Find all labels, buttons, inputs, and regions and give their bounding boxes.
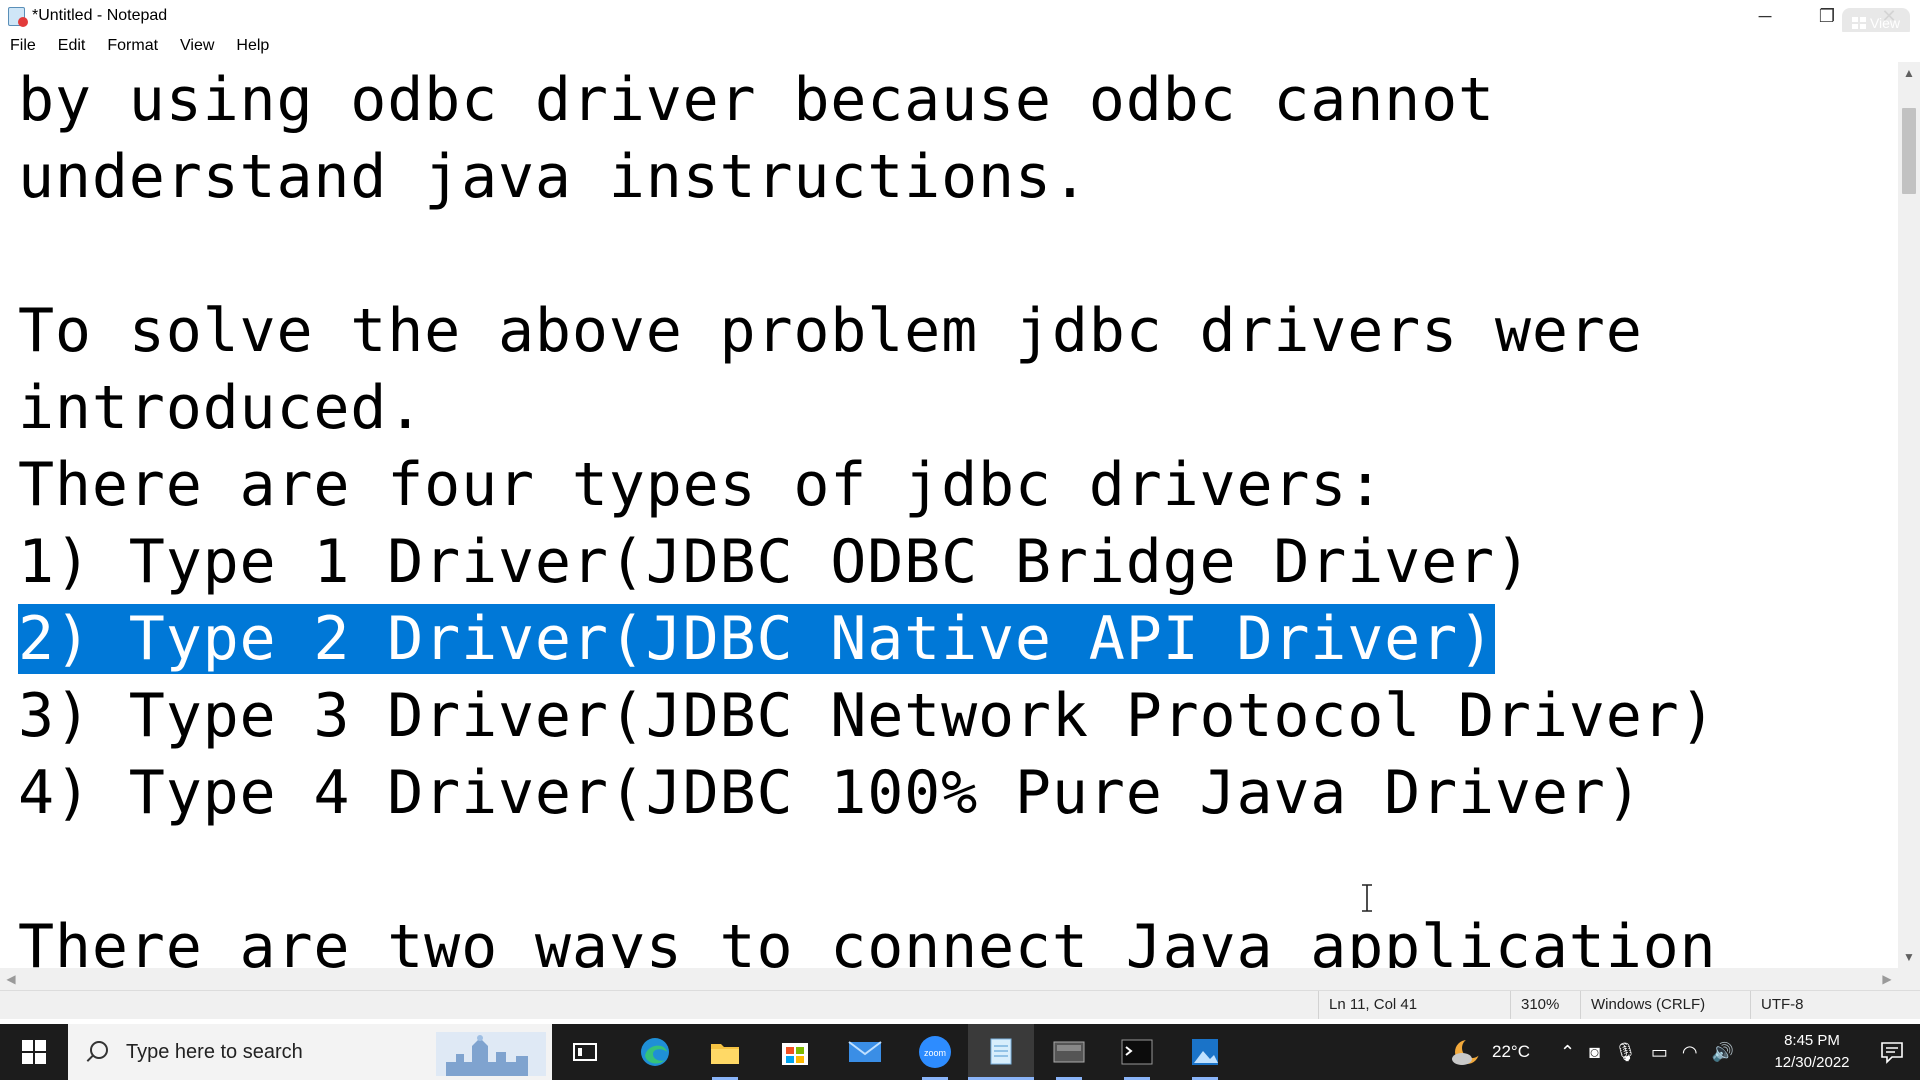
volume-icon[interactable]: 🔊 xyxy=(1712,1042,1734,1063)
encoding: UTF-8 xyxy=(1750,991,1919,1019)
search-highlight-icon xyxy=(436,1032,546,1076)
mail-icon[interactable] xyxy=(832,1024,898,1080)
horizontal-scrollbar[interactable]: ◀ ▶ xyxy=(0,968,1898,990)
scroll-right-icon[interactable]: ▶ xyxy=(1876,968,1898,990)
editor-line: 1) Type 1 Driver(JDBC ODBC Bridge Driver… xyxy=(18,527,1532,597)
editor-line: understand java instructions. xyxy=(18,142,1089,212)
notification-icon[interactable] xyxy=(1880,1040,1904,1064)
svg-text:zoom: zoom xyxy=(924,1048,946,1058)
clock[interactable]: 8:45 PM 12/30/2022 xyxy=(1762,1030,1862,1074)
text-editor[interactable]: by using odbc driver because odbc cannot… xyxy=(0,62,1898,968)
view-chip-label: View xyxy=(1869,15,1901,31)
wifi-icon[interactable]: ◠ xyxy=(1682,1042,1698,1063)
line-ending: Windows (CRLF) xyxy=(1580,991,1763,1019)
taskbar: Type here to search zoom 22°C ⌃ ◙ 🎙 ▭ ◠ … xyxy=(0,1024,1920,1080)
zoom-level: 310% xyxy=(1510,991,1587,1019)
menu-file[interactable]: File xyxy=(0,37,48,55)
notepad-taskbar-icon[interactable] xyxy=(968,1024,1034,1080)
vertical-scrollbar[interactable]: ▲ ▼ xyxy=(1898,62,1920,968)
editor-line: To solve the above problem jdbc drivers … xyxy=(18,296,1643,366)
scroll-thumb[interactable] xyxy=(1902,108,1916,194)
photos-icon[interactable] xyxy=(1172,1024,1238,1080)
meet-now-icon[interactable]: ◙ xyxy=(1589,1042,1600,1063)
terminal-icon[interactable] xyxy=(1104,1024,1170,1080)
menu-edit[interactable]: Edit xyxy=(48,37,98,55)
search-icon xyxy=(84,1039,110,1065)
store-icon[interactable] xyxy=(762,1024,828,1080)
view-icon xyxy=(1851,17,1866,29)
window-title: *Untitled - Notepad xyxy=(32,7,168,24)
ibeam-cursor-icon xyxy=(1362,884,1372,912)
title-bar: *Untitled - Notepad ─ ❐ ✕ View xyxy=(0,0,1920,38)
scroll-up-icon[interactable]: ▲ xyxy=(1898,62,1920,84)
menu-view[interactable]: View xyxy=(170,37,226,55)
windows-icon xyxy=(22,1040,46,1064)
system-tray: ⌃ ◙ 🎙 ▭ ◠ 🔊 xyxy=(1560,1024,1734,1080)
notepad-icon xyxy=(6,5,28,27)
editor-line: 4) Type 4 Driver(JDBC 100% Pure Java Dri… xyxy=(18,758,1643,828)
editor-line: There are four types of jdbc drivers: xyxy=(18,450,1385,520)
file-explorer-icon[interactable] xyxy=(692,1024,758,1080)
edge-icon[interactable] xyxy=(622,1024,688,1080)
search-placeholder: Type here to search xyxy=(126,1040,303,1063)
scroll-left-icon[interactable]: ◀ xyxy=(0,968,22,990)
editor-line: introduced. xyxy=(18,373,425,443)
status-bar: Ln 11, Col 41 310% Windows (CRLF) UTF-8 xyxy=(0,990,1920,1019)
chevron-up-icon[interactable]: ⌃ xyxy=(1560,1042,1575,1063)
zoom-icon[interactable]: zoom xyxy=(902,1024,968,1080)
cursor-position: Ln 11, Col 41 xyxy=(1318,991,1517,1019)
menu-help[interactable]: Help xyxy=(226,37,281,55)
menu-format[interactable]: Format xyxy=(97,37,170,55)
editor-line: 3) Type 3 Driver(JDBC Network Protocol D… xyxy=(18,681,1717,751)
editor-line: There are two ways to connect Java appli… xyxy=(18,912,1717,968)
editor-line: by using odbc driver because odbc cannot xyxy=(18,65,1495,135)
battery-icon[interactable]: ▭ xyxy=(1651,1042,1668,1063)
weather-widget[interactable]: 22°C xyxy=(1450,1024,1530,1080)
weather-temp: 22°C xyxy=(1492,1042,1530,1061)
start-button[interactable] xyxy=(0,1024,68,1080)
scrollbar-corner xyxy=(1898,968,1920,990)
microphone-icon[interactable]: 🎙 xyxy=(1614,1042,1637,1063)
clock-time: 8:45 PM xyxy=(1784,1032,1840,1049)
editor-line-selected: 2) Type 2 Driver(JDBC Native API Driver) xyxy=(18,601,1495,677)
taskbar-search[interactable]: Type here to search xyxy=(68,1024,552,1080)
app-window-icon[interactable] xyxy=(1036,1024,1102,1080)
weather-moon-icon xyxy=(1452,1038,1482,1065)
task-view-icon[interactable] xyxy=(552,1024,618,1080)
selected-text[interactable]: 2) Type 2 Driver(JDBC Native API Driver) xyxy=(18,604,1495,674)
scroll-down-icon[interactable]: ▼ xyxy=(1898,946,1920,968)
clock-date: 12/30/2022 xyxy=(1774,1054,1850,1071)
minimize-button[interactable]: ─ xyxy=(1734,0,1796,32)
menu-bar: File Edit Format View Help xyxy=(0,32,1920,60)
